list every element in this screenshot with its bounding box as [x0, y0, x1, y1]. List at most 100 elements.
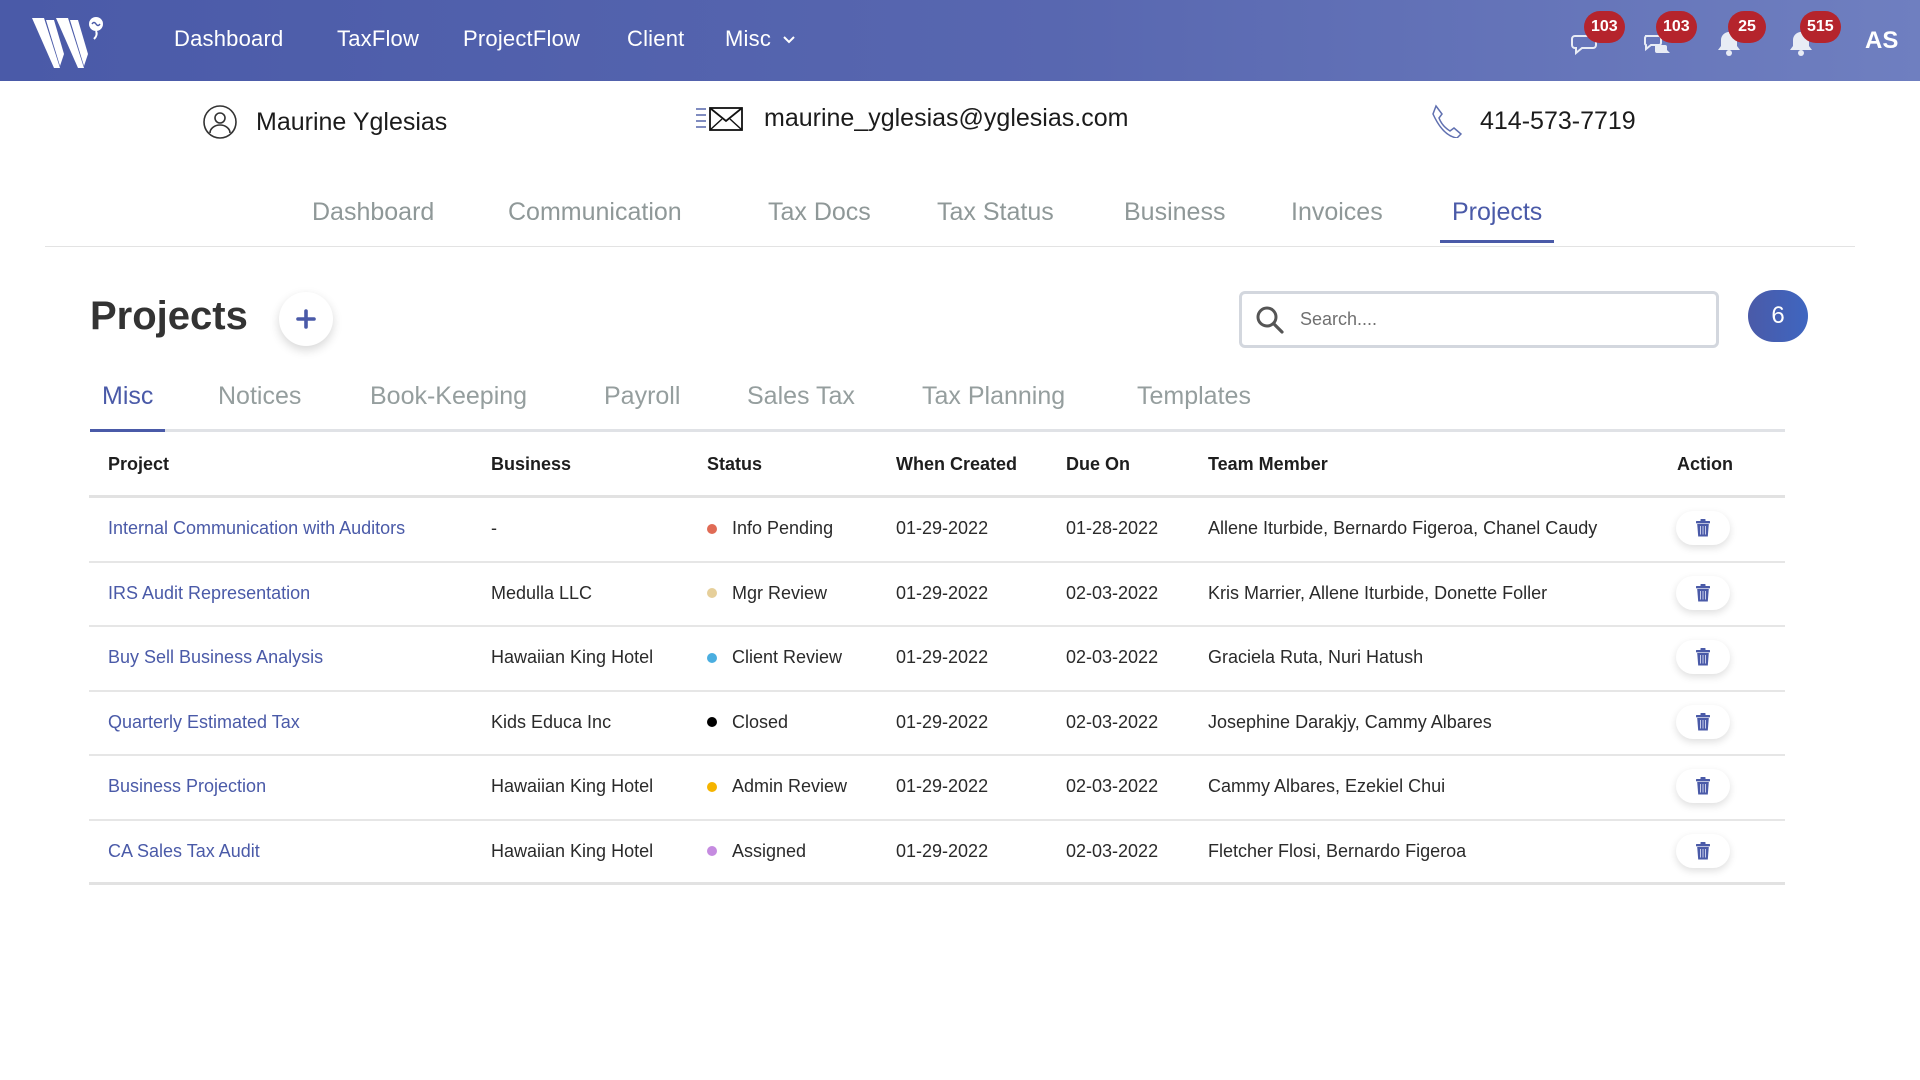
table-row: Buy Sell Business Analysis Hawaiian King…	[89, 627, 1785, 692]
tab-dashboard[interactable]: Dashboard	[312, 198, 434, 227]
status-dot-icon	[707, 652, 717, 663]
tab-invoices[interactable]: Invoices	[1291, 198, 1383, 227]
due-date: 02-03-2022	[1066, 582, 1159, 603]
category-tab-tax-planning[interactable]: Tax Planning	[922, 382, 1065, 411]
column-header-team-member[interactable]: Team Member	[1208, 454, 1328, 475]
status-label: Info Pending	[732, 518, 834, 538]
trash-icon	[1696, 712, 1710, 730]
table-header: Project Business Status When Created Due…	[89, 432, 1785, 498]
business-name: Kids Educa Inc	[491, 711, 612, 732]
add-project-button[interactable]	[279, 292, 333, 346]
nav-taxflow[interactable]: TaxFlow	[337, 26, 419, 52]
projects-table: Project Business Status When Created Due…	[89, 432, 1785, 885]
search-input[interactable]	[1300, 309, 1700, 330]
project-name-link[interactable]: CA Sales Tax Audit	[108, 841, 260, 862]
column-header-status[interactable]: Status	[707, 454, 762, 475]
brand-logo[interactable]	[30, 14, 110, 72]
created-date: 01-29-2022	[896, 647, 989, 667]
w-logo-icon	[32, 17, 103, 68]
top-navigation-bar: Dashboard TaxFlow ProjectFlow Client Mis…	[0, 0, 1920, 81]
project-name-link[interactable]: Buy Sell Business Analysis	[108, 647, 323, 668]
user-avatar[interactable]: AS	[1865, 27, 1898, 55]
search-box[interactable]	[1239, 291, 1719, 348]
column-header-action: Action	[1677, 454, 1733, 474]
tab-tax-status[interactable]: Tax Status	[937, 198, 1054, 227]
client-name: Maurine Yglesias	[256, 107, 448, 136]
created-date: 01-29-2022	[896, 518, 989, 538]
team-members: Cammy Albares, Ezekiel Chui	[1208, 776, 1446, 796]
nav-client[interactable]: Client	[627, 26, 684, 52]
column-header-due-on[interactable]: Due On	[1066, 454, 1130, 475]
chevron-down-icon	[783, 36, 795, 44]
tab-business[interactable]: Business	[1124, 198, 1225, 227]
delete-project-button[interactable]	[1676, 575, 1730, 610]
business-name: -	[491, 518, 497, 538]
tab-projects[interactable]: Projects	[1440, 198, 1555, 243]
created-date: 01-29-2022	[896, 582, 989, 603]
project-name-link[interactable]: IRS Audit Representation	[108, 583, 310, 604]
team-members: Josephine Darakjy, Cammy Albares	[1208, 711, 1492, 732]
user-icon	[203, 105, 237, 139]
email-icon	[696, 106, 743, 131]
tab-tax-docs[interactable]: Tax Docs	[768, 198, 871, 227]
status-dot-icon	[707, 846, 717, 856]
tab-communication[interactable]: Communication	[508, 198, 682, 227]
table-row: IRS Audit Representation Medulla LLC Mgr…	[89, 563, 1785, 627]
created-date: 01-29-2022	[896, 776, 989, 796]
notifications-button[interactable]: 25	[1714, 11, 1766, 58]
category-tab-templates[interactable]: Templates	[1137, 382, 1251, 411]
phone-icon	[1432, 104, 1462, 138]
project-name-link[interactable]: Quarterly Estimated Tax	[108, 712, 300, 733]
nav-projectflow[interactable]: ProjectFlow	[463, 26, 580, 52]
conversations-count-badge: 103	[1656, 11, 1697, 43]
project-category-tabs: Misc Notices Book-Keeping Payroll Sales …	[90, 380, 1785, 432]
due-date: 01-28-2022	[1066, 518, 1159, 538]
category-tab-misc[interactable]: Misc	[90, 382, 166, 432]
category-tab-book-keeping[interactable]: Book-Keeping	[370, 382, 527, 411]
client-section-tabs: Dashboard Communication Tax Docs Tax Sta…	[0, 196, 1920, 248]
status-cell: Mgr Review	[707, 583, 827, 604]
client-phone[interactable]: 414-573-7719	[1480, 107, 1636, 136]
delete-project-button[interactable]	[1676, 511, 1730, 545]
client-phone-field: 414-573-7719	[1430, 104, 1636, 138]
alerts-button[interactable]: 515	[1786, 11, 1841, 58]
due-date: 02-03-2022	[1066, 647, 1159, 667]
trash-icon	[1696, 519, 1710, 537]
search-icon	[1256, 306, 1284, 334]
status-label: Mgr Review	[732, 582, 828, 603]
project-name-link[interactable]: Business Projection	[108, 776, 266, 797]
client-email[interactable]: maurine_yglesias@yglesias.com	[764, 104, 1128, 133]
client-email-field: maurine_yglesias@yglesias.com	[696, 104, 1128, 133]
delete-project-button[interactable]	[1676, 704, 1730, 739]
due-date: 02-03-2022	[1066, 840, 1159, 861]
category-tab-notices[interactable]: Notices	[218, 382, 301, 411]
category-tab-misc-label: Misc	[102, 382, 154, 410]
category-tab-payroll[interactable]: Payroll	[604, 382, 680, 411]
project-name-link[interactable]: Internal Communication with Auditors	[108, 518, 405, 539]
delete-project-button[interactable]	[1676, 833, 1730, 868]
column-header-business[interactable]: Business	[491, 454, 571, 475]
delete-project-button[interactable]	[1676, 769, 1730, 803]
column-header-when-created[interactable]: When Created	[896, 454, 1017, 475]
tab-projects-label: Projects	[1452, 198, 1543, 226]
status-dot-icon	[707, 523, 717, 534]
status-label: Assigned	[732, 840, 807, 861]
team-members: Kris Marrier, Allene Iturbide, Donette F…	[1208, 582, 1548, 603]
delete-project-button[interactable]	[1676, 640, 1730, 674]
table-row: Business Projection Hawaiian King Hotel …	[89, 756, 1785, 821]
trash-icon	[1696, 583, 1710, 601]
conversations-button[interactable]: 103	[1642, 11, 1697, 58]
team-members: Allene Iturbide, Bernardo Figeroa, Chane…	[1208, 518, 1598, 538]
created-date: 01-29-2022	[896, 711, 989, 732]
status-dot-icon	[707, 717, 717, 727]
status-cell: Info Pending	[707, 518, 833, 539]
table-row: Internal Communication with Auditors - I…	[89, 498, 1785, 563]
category-tab-sales-tax[interactable]: Sales Tax	[747, 382, 855, 411]
status-label: Closed	[732, 711, 789, 732]
nav-misc-dropdown[interactable]: Misc	[725, 26, 797, 52]
table-row: CA Sales Tax Audit Hawaiian King Hotel A…	[89, 821, 1785, 885]
messages-button[interactable]: 103	[1570, 11, 1625, 58]
nav-dashboard[interactable]: Dashboard	[174, 26, 283, 52]
status-dot-icon	[707, 588, 717, 598]
column-header-project[interactable]: Project	[108, 454, 169, 475]
